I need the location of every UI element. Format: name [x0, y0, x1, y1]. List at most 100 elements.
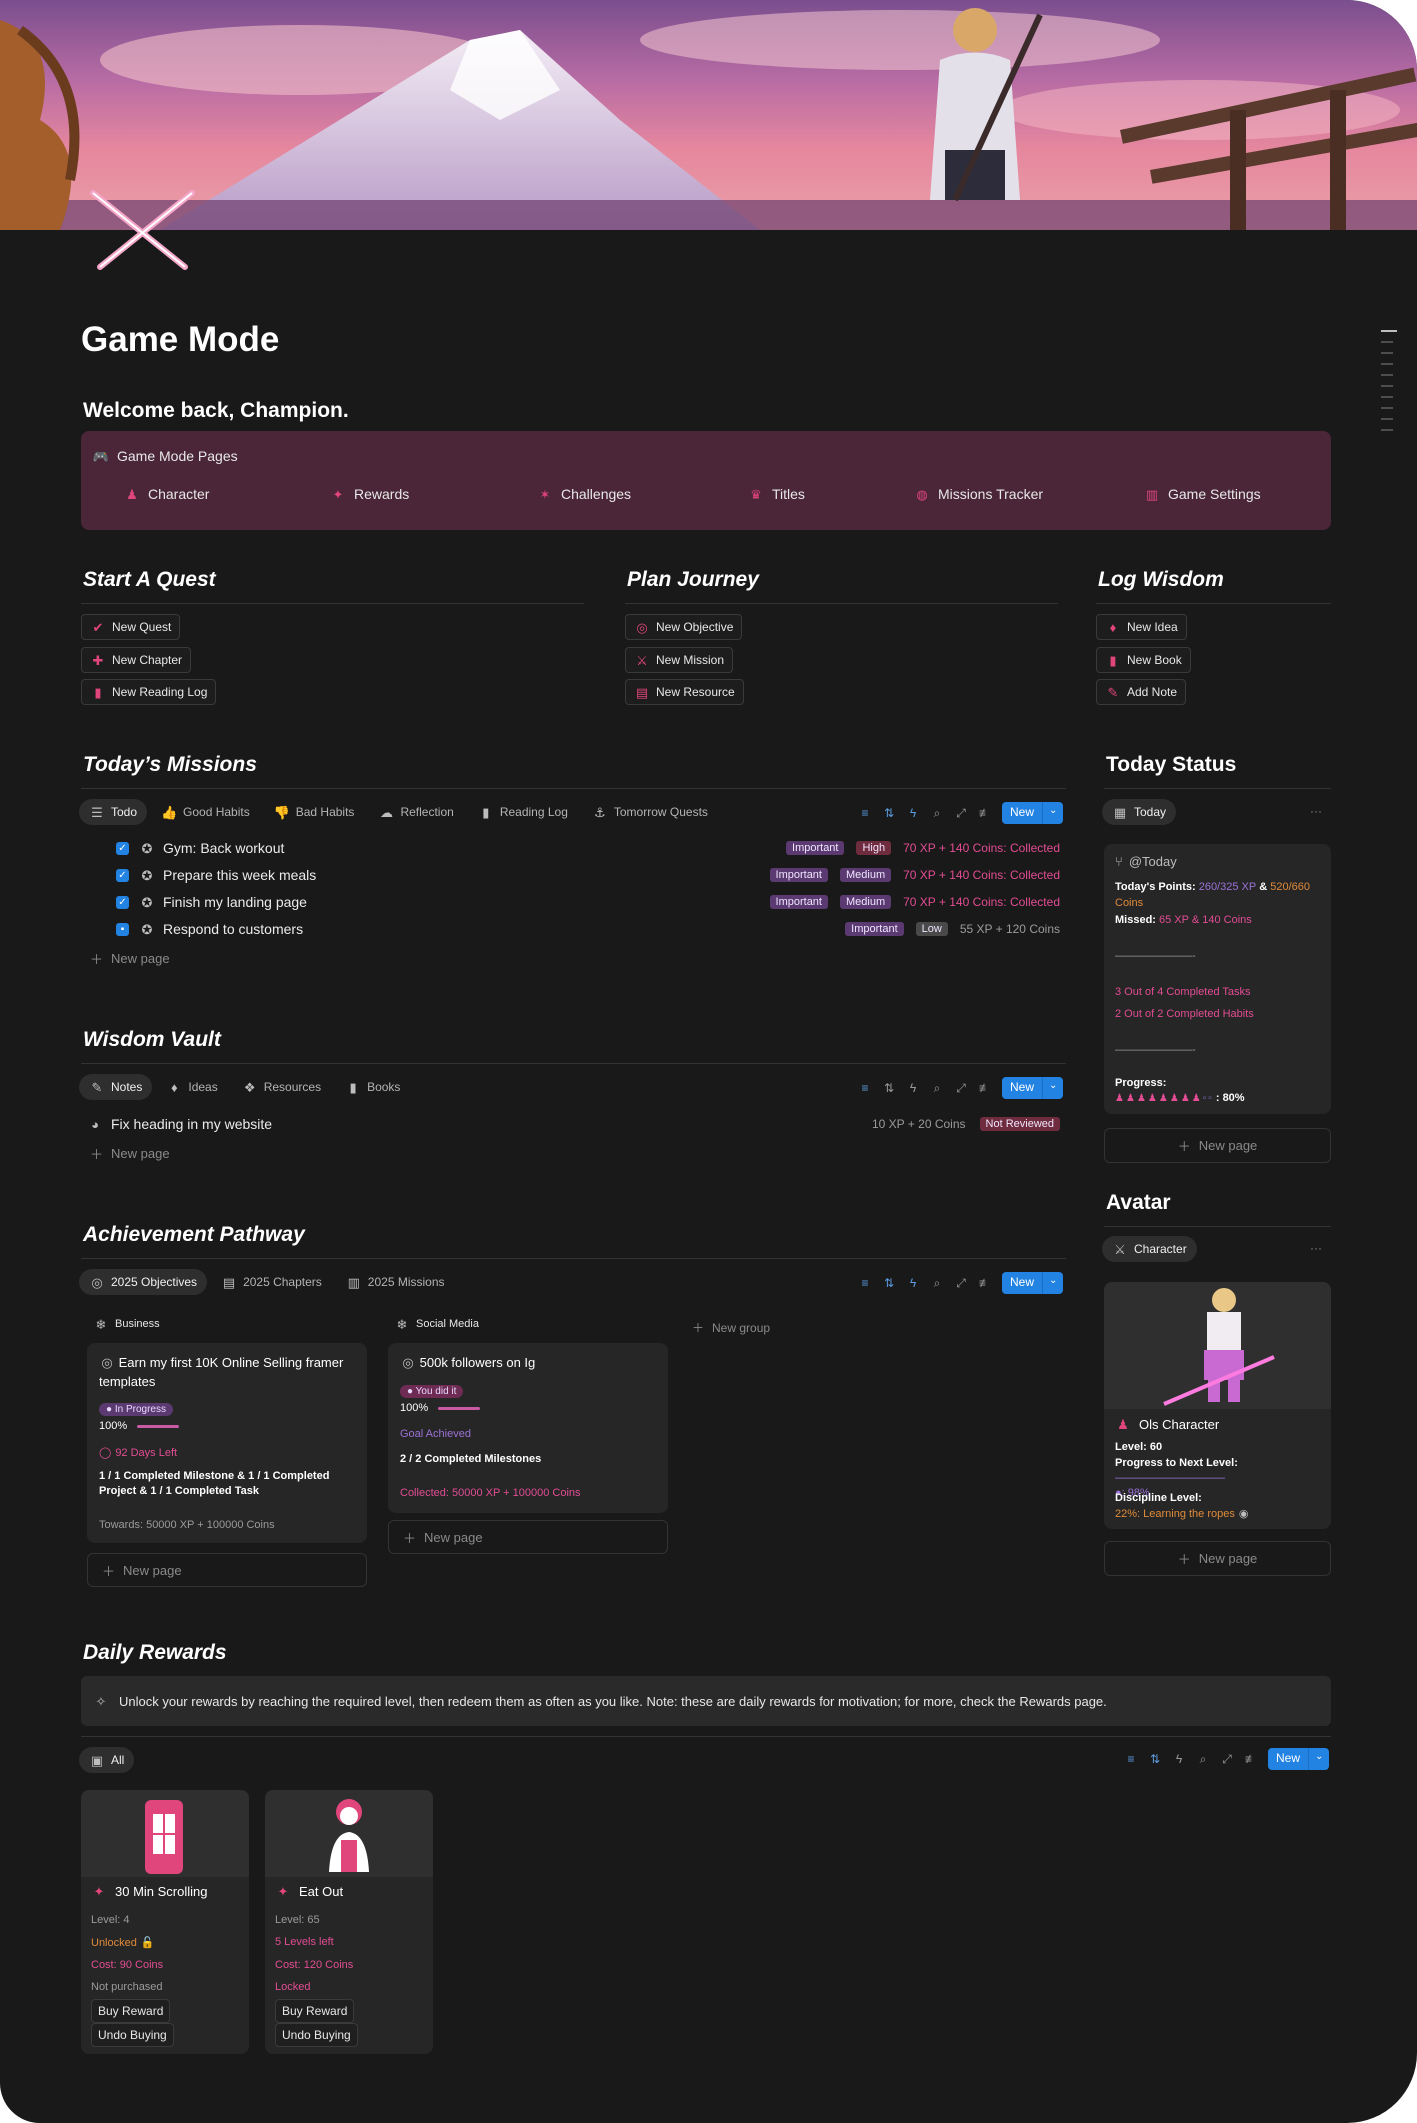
table-row[interactable]: ▪ ✪ Respond to customers Important Low 5…: [116, 917, 1060, 941]
buy-reward-button[interactable]: Buy Reward: [91, 1999, 171, 2023]
automation-icon[interactable]: ϟ: [906, 1081, 920, 1095]
tab-todo[interactable]: ☰ Todo: [79, 799, 148, 825]
business-new-page[interactable]: ＋ New page: [87, 1553, 367, 1587]
sort-icon[interactable]: ⇅: [882, 1276, 896, 1290]
new-mission-dropdown-button[interactable]: New ⌄: [1002, 802, 1064, 824]
divider: [81, 603, 584, 604]
tab-2025-objectives[interactable]: ◎ 2025 Objectives: [79, 1269, 208, 1295]
new-note-dropdown-button[interactable]: New ⌄: [1002, 1077, 1064, 1099]
tab-2025-missions[interactable]: ▥ 2025 Missions: [336, 1269, 455, 1295]
nav-rewards[interactable]: ✦ Rewards: [330, 486, 410, 502]
filter-icon[interactable]: ≡: [858, 806, 872, 820]
reward-card[interactable]: ✦ 30 Min Scrolling Level: 4 Unlocked 🔓 Cos…: [81, 1790, 249, 2054]
checkbox-checked[interactable]: ✓: [116, 895, 129, 909]
expand-icon[interactable]: ⤢: [954, 806, 968, 821]
add-note-button[interactable]: ✎ Add Note: [1096, 679, 1187, 705]
tab-today[interactable]: ▦ Today: [1102, 799, 1177, 825]
new-reading-log-button[interactable]: ▮ New Reading Log: [81, 679, 217, 705]
tab-ideas[interactable]: ♦ Ideas: [156, 1074, 227, 1100]
target-icon: ◎: [91, 1274, 103, 1290]
table-row[interactable]: ✓ ✪ Finish my landing page Important Med…: [116, 890, 1060, 914]
nav-missions-tracker[interactable]: ◍ Missions Tracker: [914, 486, 1043, 502]
tab-good-habits[interactable]: 👍 Good Habits: [151, 799, 260, 825]
tab-bad-habits[interactable]: 👎 Bad Habits: [264, 799, 365, 825]
filter-icon[interactable]: ≡: [858, 1276, 872, 1290]
filter-icon[interactable]: ≡: [1124, 1752, 1138, 1766]
search-icon[interactable]: ⌕: [930, 806, 944, 821]
tab-reflection[interactable]: ☁ Reflection: [368, 799, 463, 825]
new-mission-button[interactable]: ⚔ New Mission: [625, 647, 734, 673]
checkbox-checked[interactable]: ✓: [116, 841, 129, 855]
cover-image: [0, 0, 1417, 230]
filter-icon[interactable]: ≡: [858, 1081, 872, 1095]
nav-titles[interactable]: ♛ Titles: [748, 486, 805, 502]
new-objective-button[interactable]: ◎ New Objective: [625, 614, 743, 640]
chevron-down-icon[interactable]: ⌄: [1042, 802, 1063, 824]
new-resource-button[interactable]: ▤ New Resource: [625, 679, 744, 705]
automation-icon[interactable]: ϟ: [906, 1276, 920, 1290]
new-objective-dropdown-button[interactable]: New ⌄: [1002, 1272, 1064, 1294]
tab-2025-chapters[interactable]: ▤ 2025 Chapters: [211, 1269, 332, 1295]
chevron-down-icon[interactable]: ⌄: [1042, 1272, 1063, 1294]
table-row[interactable]: ✓ ✪ Gym: Back workout Important High 70 …: [116, 836, 1060, 860]
tab-reading-log[interactable]: ▮ Reading Log: [468, 799, 578, 825]
table-of-contents[interactable]: [1381, 330, 1397, 440]
nav-challenges[interactable]: ✶ Challenges: [537, 486, 632, 502]
search-icon[interactable]: ⌕: [930, 1081, 944, 1096]
expand-icon[interactable]: ⤢: [954, 1081, 968, 1096]
new-chapter-button[interactable]: ✚ New Chapter: [81, 647, 192, 673]
new-idea-button[interactable]: ♦ New Idea: [1096, 614, 1187, 640]
new-reward-dropdown-button[interactable]: New ⌄: [1268, 1748, 1330, 1770]
checkbox-checked[interactable]: ✓: [116, 868, 129, 882]
social-media-new-page[interactable]: ＋ New page: [388, 1520, 668, 1554]
wisdom-vault-new-page[interactable]: ＋ New page: [90, 1144, 170, 1163]
more-options-icon[interactable]: ···: [1310, 804, 1322, 818]
table-row[interactable]: ◕ Fix heading in my website 10 XP + 20 C…: [87, 1112, 1060, 1136]
settings-icon[interactable]: ≢: [1244, 1752, 1258, 1766]
buy-reward-button[interactable]: Buy Reward: [275, 1999, 355, 2023]
nav-character[interactable]: ♟ Character: [124, 486, 209, 502]
target-icon: ◎: [636, 619, 648, 635]
tab-notes[interactable]: ✎ Notes: [79, 1074, 153, 1100]
chevron-down-icon[interactable]: ⌄: [1308, 1748, 1329, 1770]
table-row[interactable]: ✓ ✪ Prepare this week meals Important Me…: [116, 863, 1060, 887]
tab-tomorrow-quests[interactable]: ⚓ Tomorrow Quests: [582, 799, 718, 825]
new-group-button[interactable]: ＋ New group: [692, 1319, 770, 1336]
undo-buying-button[interactable]: Undo Buying: [275, 2023, 358, 2047]
sort-icon[interactable]: ⇅: [882, 1081, 896, 1095]
today-status-new-page[interactable]: ＋ New page: [1104, 1128, 1331, 1163]
automation-icon[interactable]: ϟ: [1172, 1752, 1186, 1766]
search-icon[interactable]: ⌕: [1196, 1752, 1210, 1767]
tab-books[interactable]: ▮ Books: [335, 1074, 410, 1100]
tab-character[interactable]: ⚔ Character: [1102, 1236, 1197, 1262]
todays-missions-new-page[interactable]: ＋ New page: [90, 949, 170, 968]
expand-icon[interactable]: ⤢: [1220, 1752, 1234, 1767]
chevron-down-icon[interactable]: ⌄: [1042, 1077, 1063, 1099]
avatar-new-page[interactable]: ＋ New page: [1104, 1541, 1331, 1576]
checkbox-partial[interactable]: ▪: [116, 922, 129, 936]
settings-icon[interactable]: ≢: [978, 806, 992, 820]
today-status-card[interactable]: ⑂ @Today Today's Points: 260/325 XP & 520…: [1104, 844, 1331, 1114]
group-business[interactable]: ❄ Business: [93, 1316, 160, 1332]
branch-icon: ⑂: [1115, 854, 1123, 869]
tab-resources[interactable]: ❖ Resources: [232, 1074, 331, 1100]
expand-icon[interactable]: ⤢: [954, 1276, 968, 1291]
search-icon[interactable]: ⌕: [930, 1276, 944, 1291]
more-options-icon[interactable]: ···: [1310, 1241, 1322, 1255]
objective-card[interactable]: ◎ Earn my first 10K Online Selling frame…: [87, 1343, 367, 1543]
objective-card[interactable]: ◎ 500k followers on Ig ● You did it 100%…: [388, 1343, 668, 1513]
undo-buying-button[interactable]: Undo Buying: [91, 2023, 174, 2047]
tab-all[interactable]: ▣ All: [79, 1747, 135, 1773]
sort-icon[interactable]: ⇅: [1148, 1752, 1162, 1766]
new-book-button[interactable]: ▮ New Book: [1096, 647, 1191, 673]
automation-icon[interactable]: ϟ: [906, 806, 920, 820]
new-quest-button[interactable]: ✔ New Quest: [81, 614, 181, 640]
sort-icon[interactable]: ⇅: [882, 806, 896, 820]
nav-game-settings[interactable]: ▥ Game Settings: [1144, 486, 1261, 502]
avatar-card[interactable]: ♟ Ols Character Level: 60 Progress to Nex…: [1104, 1282, 1331, 1529]
group-social-media[interactable]: ❄ Social Media: [394, 1316, 479, 1332]
reward-card[interactable]: ✦ Eat Out Level: 65 5 Levels left Cost: 1…: [265, 1790, 433, 2054]
settings-icon[interactable]: ≢: [978, 1081, 992, 1095]
settings-icon[interactable]: ≢: [978, 1276, 992, 1290]
gift-icon: ▣: [90, 1752, 104, 1768]
